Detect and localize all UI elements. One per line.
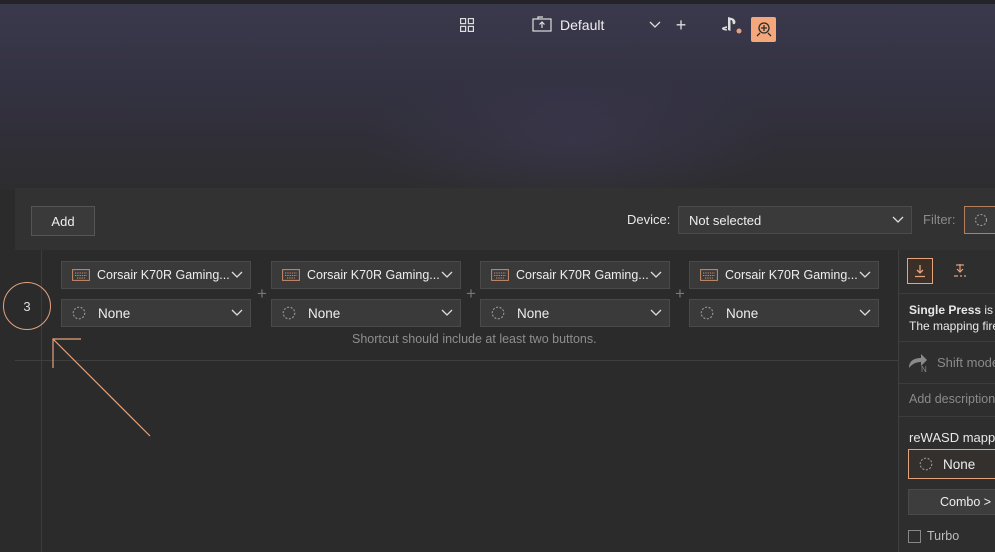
grid-icon[interactable]	[456, 13, 478, 37]
plus-separator: +	[257, 284, 267, 303]
chevron-down-icon	[650, 309, 662, 316]
top-bar: Default +	[0, 4, 995, 48]
key1-button-value: None	[98, 305, 131, 321]
empty-circle-icon	[491, 306, 505, 320]
config-upload-icon	[532, 15, 552, 35]
long-press-icon	[954, 264, 966, 277]
chevron-down-icon	[892, 216, 904, 223]
mapping-fires-info: The mapping fire	[909, 319, 995, 333]
key1-button-select[interactable]: None	[61, 299, 251, 327]
single-press-info: Single Press is f	[909, 303, 995, 317]
chevron-down-icon	[441, 309, 453, 316]
profile-name: Default	[560, 17, 605, 33]
plus-separator: +	[675, 284, 685, 303]
filter-label: Filter:	[923, 212, 956, 227]
key4-device-value: Corsair K70R Gaming...	[725, 268, 858, 282]
empty-circle-icon	[282, 306, 296, 320]
right-panel: Single Press is f The mapping fire N Shi…	[898, 250, 995, 552]
empty-circle-icon	[974, 213, 988, 227]
key2-button-value: None	[308, 305, 341, 321]
device-select-value: Not selected	[689, 212, 762, 228]
chevron-down-icon	[650, 271, 662, 278]
rewasd-mapping-label: reWASD mappi	[909, 430, 995, 445]
shift-mode-icon: N	[909, 354, 927, 372]
chevron-down-icon	[441, 271, 453, 278]
profile-selector[interactable]: Default	[532, 13, 652, 37]
chevron-down-icon	[231, 309, 243, 316]
keyboard-icon	[491, 269, 509, 281]
panel-divider	[899, 416, 995, 417]
playstation-icon[interactable]	[721, 13, 743, 37]
device-select[interactable]: Not selected	[678, 206, 912, 234]
empty-circle-icon	[919, 457, 933, 471]
keyboard-icon	[700, 269, 718, 281]
shift-mode-badge: N	[921, 365, 927, 372]
press-type-tab-long[interactable]	[947, 258, 973, 284]
pointer-arrow-icon	[52, 338, 151, 437]
keyboard-icon	[72, 269, 90, 281]
keyboard-icon	[282, 269, 300, 281]
rewasd-gamepad-icon[interactable]	[751, 17, 776, 42]
shortcut-hint: Shortcut should include at least two but…	[352, 332, 597, 346]
description-input[interactable]: Add description	[909, 392, 995, 406]
single-press-title: Single Press	[909, 303, 982, 317]
mapping-select[interactable]: None	[908, 449, 995, 479]
key3-button-select[interactable]: None	[480, 299, 670, 327]
device-label: Device:	[627, 212, 671, 227]
press-type-tab-single[interactable]	[907, 258, 933, 284]
turbo-checkbox[interactable]	[908, 529, 921, 543]
chevron-down-icon	[859, 271, 871, 278]
key1-device-select[interactable]: Corsair K70R Gaming...	[61, 261, 251, 289]
add-profile-button[interactable]: +	[672, 13, 690, 37]
key4-button-select[interactable]: None	[689, 299, 879, 327]
single-press-icon	[915, 265, 925, 278]
shift-mode-selector[interactable]: N Shift mode	[907, 352, 995, 372]
key4-device-select[interactable]: Corsair K70R Gaming...	[689, 261, 879, 289]
single-press-desc: is f	[984, 303, 995, 317]
mapping-select-value: None	[943, 456, 976, 472]
combo-button[interactable]: Combo >	[908, 489, 995, 515]
key2-device-select[interactable]: Corsair K70R Gaming...	[271, 261, 461, 289]
empty-circle-icon	[700, 306, 714, 320]
key4-button-value: None	[726, 305, 759, 321]
key3-button-value: None	[517, 305, 550, 321]
panel-divider	[899, 293, 995, 294]
key3-device-value: Corsair K70R Gaming...	[516, 268, 649, 282]
chevron-down-icon[interactable]	[646, 13, 664, 37]
panel-divider	[899, 383, 995, 384]
chevron-down-icon	[231, 271, 243, 278]
plus-separator: +	[466, 284, 476, 303]
key3-device-select[interactable]: Corsair K70R Gaming...	[480, 261, 670, 289]
empty-circle-icon	[72, 306, 86, 320]
key2-device-value: Corsair K70R Gaming...	[307, 268, 440, 282]
add-button[interactable]: Add	[31, 206, 95, 236]
turbo-toggle[interactable]: Turbo	[908, 529, 959, 543]
panel-divider	[899, 341, 995, 342]
key1-device-value: Corsair K70R Gaming...	[97, 268, 230, 282]
key2-button-select[interactable]: None	[271, 299, 461, 327]
turbo-label: Turbo	[927, 529, 960, 543]
mapping-index-badge: 3	[3, 282, 51, 330]
shift-mode-label: Shift mode	[937, 354, 995, 370]
chevron-down-icon	[859, 309, 871, 316]
filter-select[interactable]	[964, 206, 995, 234]
